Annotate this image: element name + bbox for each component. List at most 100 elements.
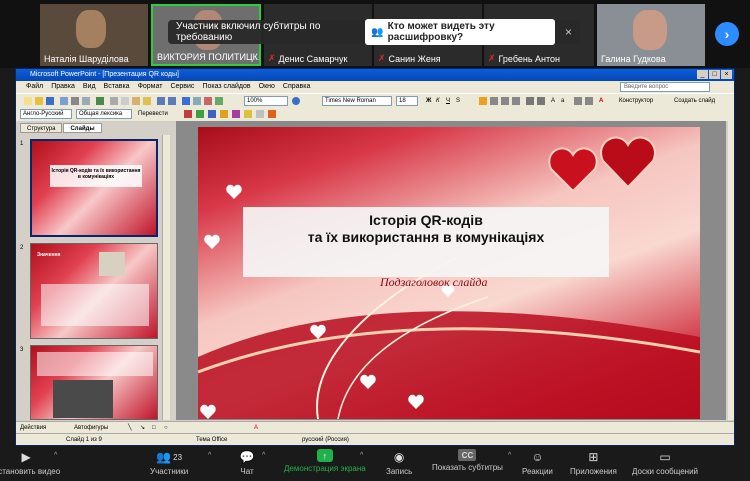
bold-button[interactable]: Ж (426, 96, 431, 106)
maximize-icon[interactable]: □ (709, 70, 720, 79)
new-icon[interactable] (24, 97, 32, 105)
menu-tools[interactable]: Сервис (170, 81, 194, 93)
menu-view[interactable]: Вид (83, 81, 96, 93)
paste-icon[interactable] (132, 97, 140, 105)
video-options-caret[interactable]: ^ (54, 452, 57, 459)
record-button[interactable]: ◉ Запись (386, 449, 412, 476)
open-icon[interactable] (35, 97, 43, 105)
translation-direction-select[interactable]: Англо-Русский (20, 109, 72, 119)
minimize-icon[interactable]: _ (697, 70, 708, 79)
menu-insert[interactable]: Вставка (104, 81, 130, 93)
stop-video-button[interactable]: ▶ Остановить видео (0, 449, 60, 476)
show-captions-button[interactable]: CC Показать субтитры (432, 449, 503, 472)
slide-title-box[interactable]: Історія QR-кодів та їх використання в ко… (243, 207, 609, 277)
people-icon: 👥 (371, 26, 384, 38)
participants-button[interactable]: 👥 23 Участники (150, 449, 188, 476)
tab-slides[interactable]: Слайды (63, 123, 102, 133)
help-icon[interactable] (292, 97, 300, 105)
translator-tool-icon[interactable] (268, 110, 276, 118)
preview-icon[interactable] (82, 97, 90, 105)
translator-toolbar: Англо-Русский Общая лексика Перевести (16, 107, 734, 121)
align-left-icon[interactable] (479, 97, 487, 105)
decrease-font-button[interactable]: a (561, 96, 564, 106)
redo-icon[interactable] (168, 97, 176, 105)
close-icon[interactable]: × (565, 25, 572, 39)
thumbnail-text-block (41, 284, 149, 326)
transcript-visibility-link[interactable]: 👥 Кто может видеть эту расшифровку? (365, 19, 555, 45)
slide-thumbnail-3[interactable] (30, 345, 158, 420)
chat-options-caret[interactable]: ^ (262, 452, 265, 459)
thumbnail-scrollbar[interactable] (162, 135, 170, 420)
translator-tool-icon[interactable] (256, 110, 264, 118)
cut-icon[interactable] (110, 97, 118, 105)
help-search-input[interactable]: Введите вопрос (620, 82, 710, 92)
participant-tile[interactable]: Галина Гудкова (597, 4, 705, 66)
translator-tool-icon[interactable] (244, 110, 252, 118)
spelling-icon[interactable] (96, 97, 104, 105)
translate-button[interactable]: Перевести (138, 109, 168, 119)
participant-count: 23 (173, 452, 183, 462)
insert-table-icon[interactable] (193, 97, 201, 105)
mic-muted-icon: ✗ (488, 53, 496, 63)
dictionary-select[interactable]: Общая лексика (76, 109, 132, 119)
insert-chart-icon[interactable] (182, 97, 190, 105)
increase-font-button[interactable]: A (551, 96, 555, 106)
color-grayscale-icon[interactable] (215, 97, 223, 105)
slide-thumbnail-2[interactable]: Значення (30, 243, 158, 339)
menu-window[interactable]: Окно (259, 81, 275, 93)
apps-button[interactable]: ⊞ Приложения (570, 449, 617, 476)
zoom-select[interactable]: 100% (244, 96, 288, 106)
share-screen-icon: ↑ (316, 449, 333, 462)
bullets-icon[interactable] (537, 97, 545, 105)
font-size-select[interactable]: 18 (396, 96, 418, 106)
menu-edit[interactable]: Правка (51, 81, 75, 93)
participant-name: ✗ Санин Женя (378, 53, 441, 64)
font-color-button[interactable]: A (599, 96, 603, 106)
shadow-button[interactable]: S (456, 96, 460, 106)
increase-indent-icon[interactable] (585, 97, 593, 105)
menu-slideshow[interactable]: Показ слайдов (202, 81, 250, 93)
insert-picture-icon[interactable] (204, 97, 212, 105)
decrease-indent-icon[interactable] (574, 97, 582, 105)
reactions-button[interactable]: ☺ Реакции (522, 449, 553, 476)
justify-icon[interactable] (512, 97, 520, 105)
align-center-icon[interactable] (490, 97, 498, 105)
slide-thumbnail-1[interactable]: Історія QR-кодів та їх використання в ко… (30, 139, 158, 237)
translator-tool-icon[interactable] (196, 110, 204, 118)
align-right-icon[interactable] (501, 97, 509, 105)
undo-icon[interactable] (157, 97, 165, 105)
design-button[interactable]: Конструктор (619, 96, 653, 106)
underline-button[interactable]: Ч (446, 96, 450, 106)
current-slide[interactable]: Історія QR-кодів та їх використання в ко… (198, 127, 700, 419)
share-screen-button[interactable]: ↑ Демонстрация экрана (284, 449, 366, 473)
italic-button[interactable]: К (436, 96, 440, 106)
new-slide-button[interactable]: Создать слайд (674, 96, 715, 106)
slide-scrollbar[interactable] (728, 121, 734, 420)
menu-format[interactable]: Формат (138, 81, 163, 93)
font-select[interactable]: Times New Roman (322, 96, 392, 106)
captions-options-caret[interactable]: ^ (508, 452, 511, 459)
slide-number: 3 (20, 347, 24, 353)
copy-icon[interactable] (121, 97, 129, 105)
print-icon[interactable] (71, 97, 79, 105)
format-painter-icon[interactable] (143, 97, 151, 105)
save-icon[interactable] (46, 97, 54, 105)
email-icon[interactable] (60, 97, 68, 105)
translator-tool-icon[interactable] (220, 110, 228, 118)
translator-tool-icon[interactable] (232, 110, 240, 118)
mic-muted-icon: ✗ (378, 53, 386, 63)
participant-tile[interactable]: Наталія Шаруділова (40, 4, 148, 66)
numbering-icon[interactable] (526, 97, 534, 105)
next-page-arrow-icon[interactable]: › (715, 22, 739, 46)
chat-button[interactable]: 💬 Чат (236, 449, 258, 476)
close-window-icon[interactable]: × (721, 70, 732, 79)
translator-tool-icon[interactable] (208, 110, 216, 118)
participants-options-caret[interactable]: ^ (208, 452, 211, 459)
menu-help[interactable]: Справка (283, 81, 310, 93)
share-options-caret[interactable]: ^ (360, 452, 363, 459)
tab-outline[interactable]: Структура (20, 123, 63, 133)
slide-subtitle[interactable]: Подзаголовок слайда (380, 275, 487, 290)
translator-tool-icon[interactable] (184, 110, 192, 118)
whiteboards-button[interactable]: ▭ Доски сообщений (632, 449, 698, 476)
menu-file[interactable]: Файл (26, 81, 43, 93)
